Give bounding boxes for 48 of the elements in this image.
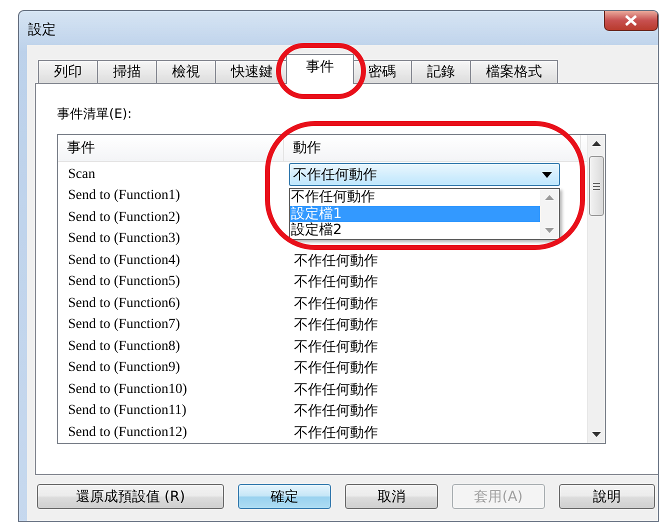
dialog-button[interactable]: 取消: [345, 484, 438, 509]
event-cell-text: Send to (Function1): [67, 188, 181, 204]
scroll-thumb[interactable]: [589, 156, 604, 216]
dialog-button[interactable]: 說明: [559, 484, 655, 509]
close-icon: [625, 15, 637, 26]
action-cell-text: 不作任何動作: [293, 294, 378, 313]
action-cell-text: 不作任何動作: [293, 380, 378, 399]
event-cell-text: Send to (Function11): [67, 403, 188, 420]
tab[interactable]: 檢視: [156, 60, 216, 83]
action-cell-text: 不作任何動作: [293, 273, 378, 292]
action-cell-text: 不作任何動作: [293, 252, 378, 270]
event-cell-text: Send to (Function5): [67, 274, 181, 290]
tab[interactable]: 事件: [286, 54, 354, 84]
event-cell-text: Send to (Function3): [67, 231, 181, 248]
scrollbar[interactable]: [587, 135, 605, 443]
tab[interactable]: 掃描: [97, 60, 157, 83]
event-cell-text: Scan: [67, 166, 96, 183]
tab[interactable]: 快速鍵: [215, 60, 289, 83]
column-header[interactable]: 事件: [58, 135, 284, 161]
tab[interactable]: 檔案格式: [470, 60, 558, 83]
down-arrow-icon[interactable]: [592, 432, 601, 437]
up-arrow-icon[interactable]: [592, 141, 601, 146]
event-cell-text: Send to (Function4): [67, 252, 181, 269]
list-label: 事件清單(E):: [57, 106, 133, 124]
action-cell-text: 不作任何動作: [293, 316, 378, 334]
action-cell-text: 不作任何動作: [293, 338, 378, 356]
tab[interactable]: 記錄: [411, 60, 471, 83]
action-cell-text: 不作任何動作: [293, 402, 378, 420]
event-cell-text: Send to (Function12): [67, 424, 188, 441]
event-cell-text: Send to (Function2): [67, 210, 181, 226]
dropdown-option[interactable]: 不作任何動作: [290, 189, 540, 206]
dialog-button[interactable]: 還原成預設值 (R): [37, 484, 224, 509]
tab[interactable]: 列印: [38, 60, 98, 83]
column-header[interactable]: 動作: [284, 135, 581, 161]
action-cell-text: 不作任何動作: [293, 424, 378, 442]
action-dropdown[interactable]: 不作任何動作: [289, 163, 560, 186]
dialog-button[interactable]: 確定: [238, 484, 331, 509]
event-cell-text: Send to (Function10): [67, 382, 188, 398]
action-cell-text: 不作任何動作: [293, 359, 378, 378]
close-button[interactable]: [604, 11, 658, 31]
event-cell-text: Send to (Function6): [67, 296, 181, 312]
event-cell-text: Send to (Function8): [67, 338, 181, 355]
event-cell-text: Send to (Function9): [67, 360, 181, 376]
dropdown-option[interactable]: 設定檔2: [290, 222, 540, 238]
caret-icon: [542, 172, 552, 178]
event-cell-text: Send to (Function7): [67, 317, 181, 334]
grip-icon: [593, 182, 600, 190]
window-title: 設定: [28, 21, 56, 39]
